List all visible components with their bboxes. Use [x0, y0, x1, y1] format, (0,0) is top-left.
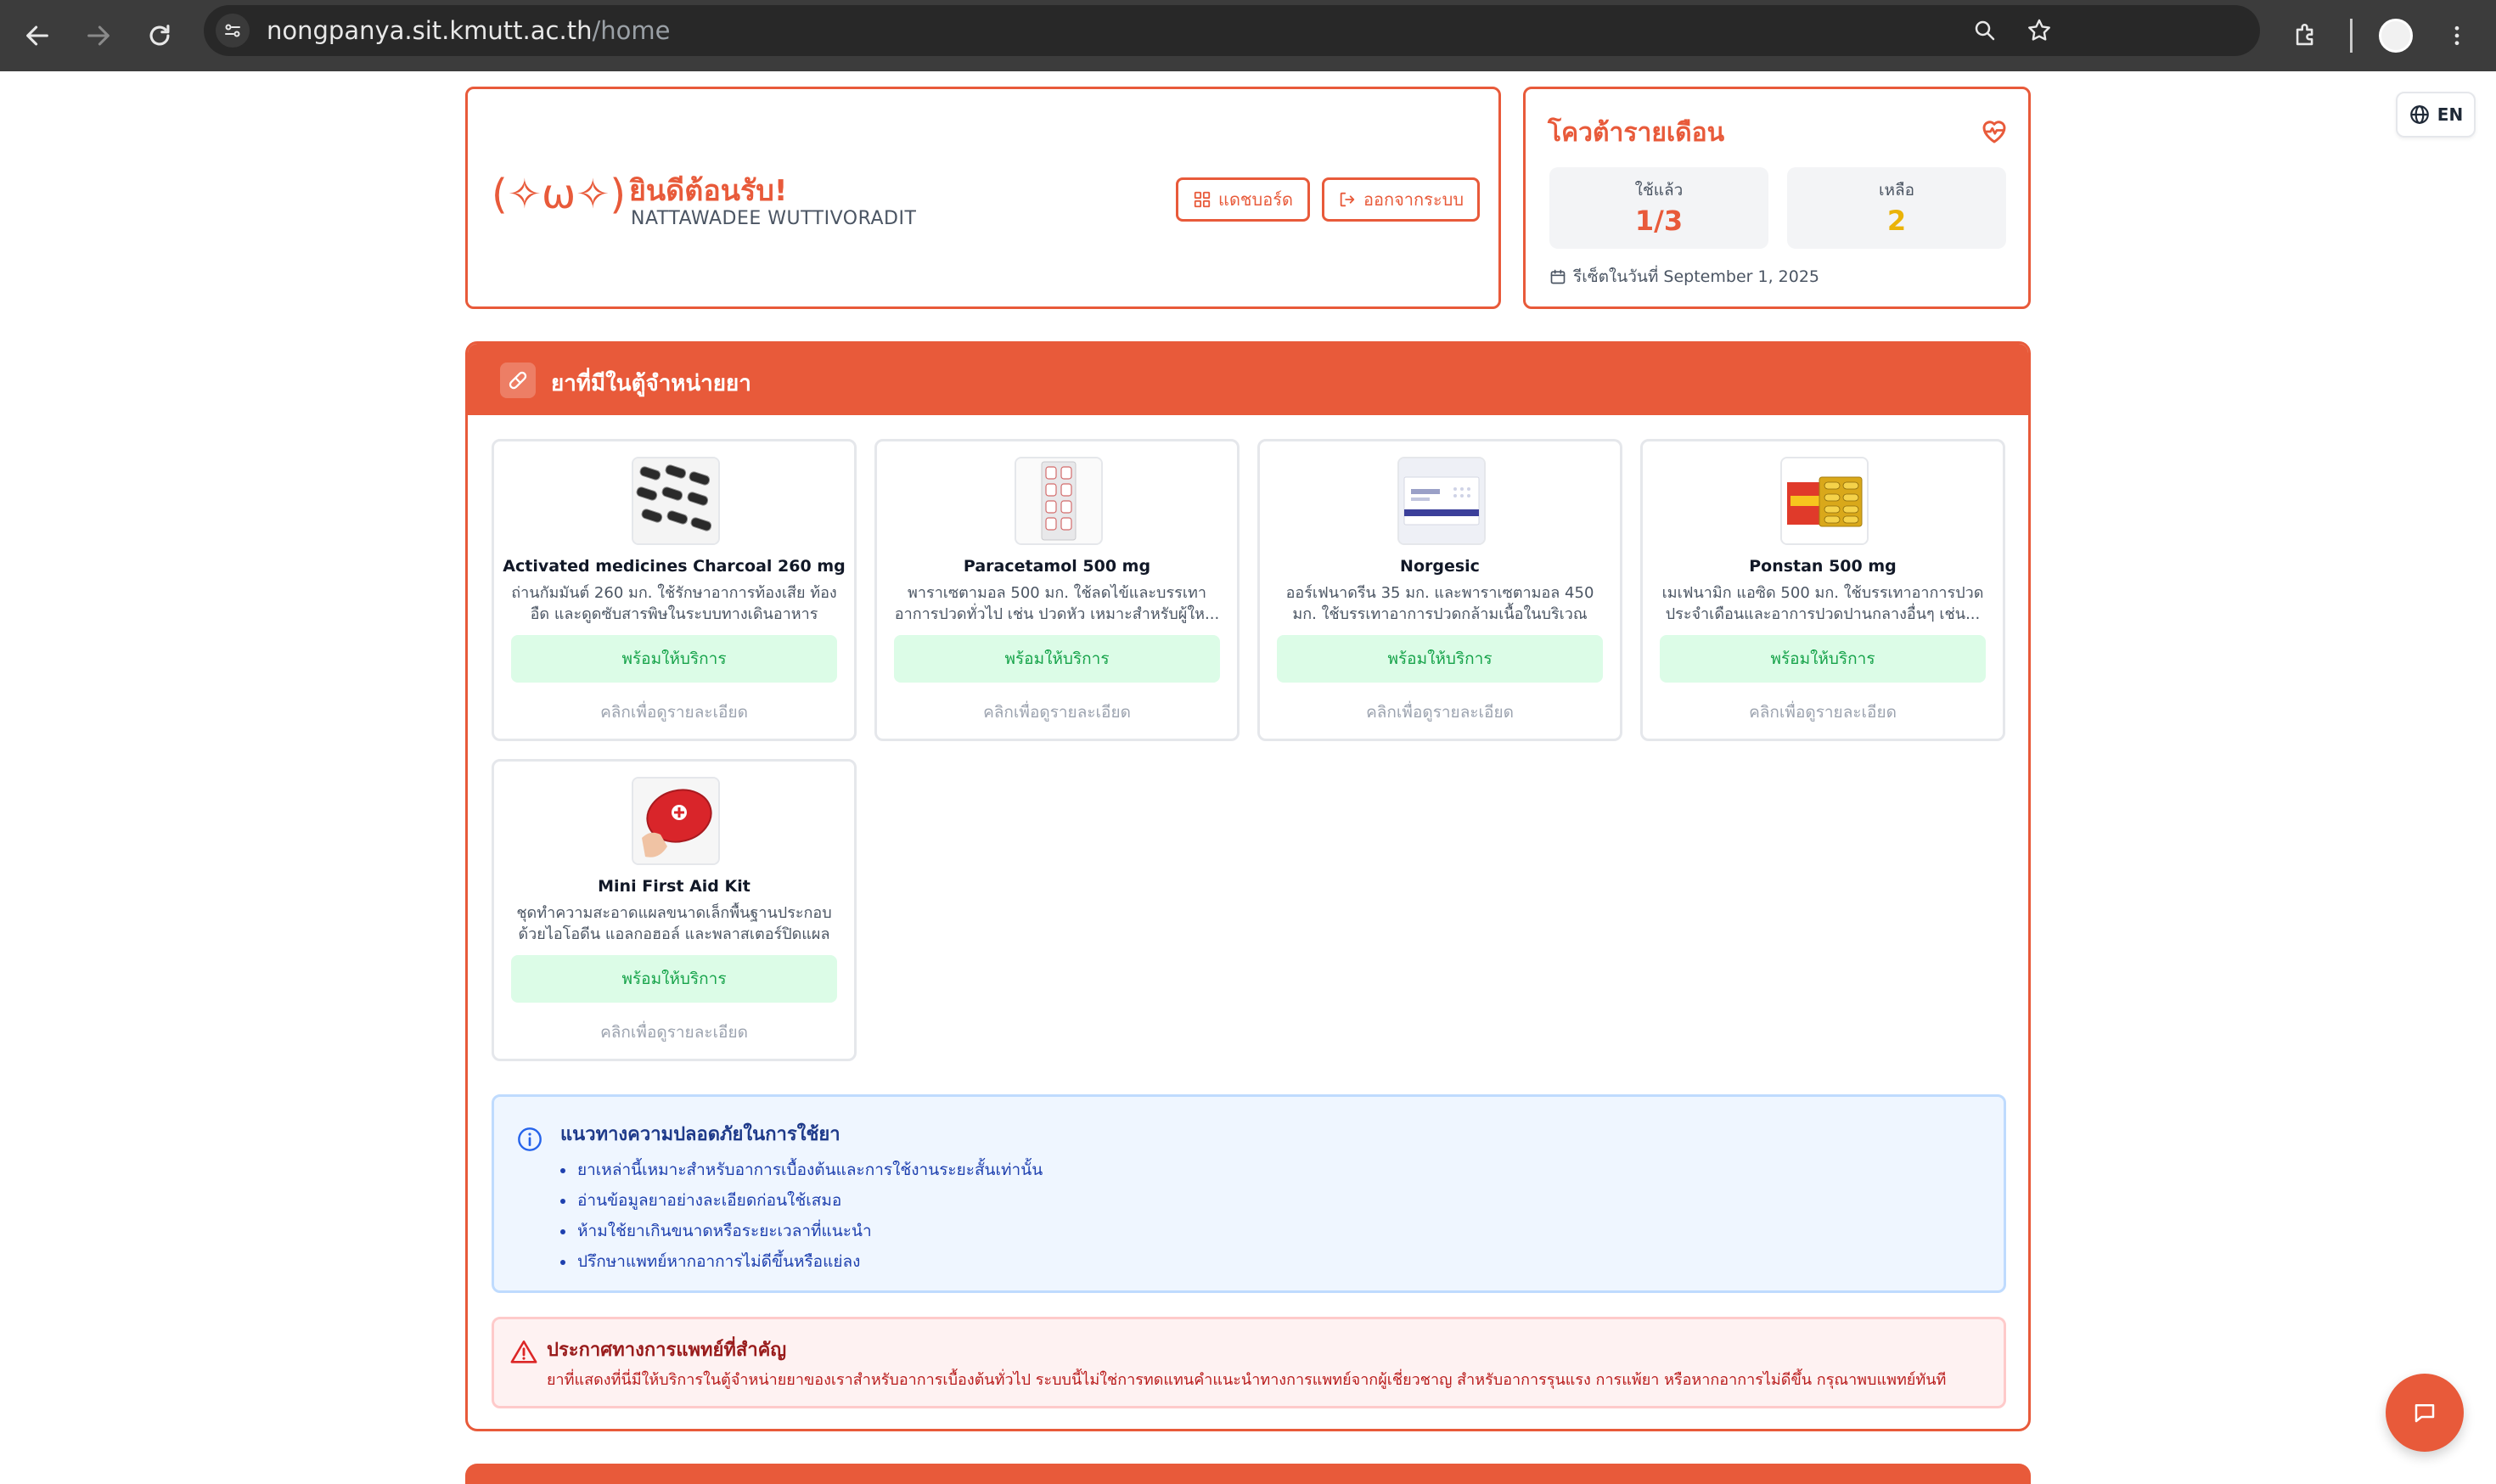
next-section-header: [465, 1464, 2031, 1484]
availability-badge: พร้อมให้บริการ: [511, 955, 837, 1003]
chat-icon: [2414, 1404, 2435, 1423]
medicine-description: ออร์เฟนาดรีน 35 มก. และพาราเซตามอล 450 ม…: [1285, 584, 1594, 623]
address-bar[interactable]: nongpanya.sit.kmutt.ac.th/home: [204, 5, 2260, 56]
star-icon: [2028, 19, 2050, 41]
welcome-card: (✧ω✧) ยินดีต้อนรับ! NATTAWADEE WUTTIVORA…: [465, 87, 1501, 309]
medicine-card[interactable]: Mini First Aid Kit ชุดทำความสะอาดแผลขนาด…: [492, 759, 857, 1061]
availability-badge: พร้อมให้บริการ: [894, 635, 1220, 683]
notice-text: ยาที่แสดงที่นี่มีให้บริการในตู้จำหน่ายยา…: [547, 1371, 1947, 1389]
availability-badge: พร้อมให้บริการ: [511, 635, 837, 683]
availability-badge: พร้อมให้บริการ: [1660, 635, 1986, 683]
medicine-panel-title: ยาที่มีในตู้จำหน่ายยา: [551, 371, 751, 396]
logout-button[interactable]: ออกจากระบบ: [1322, 177, 1480, 222]
forward-button[interactable]: [75, 12, 122, 59]
kaomoji: (✧ω✧): [492, 171, 627, 218]
list-item: ห้ามใช้ยาเกินขนาดหรือระยะเวลาที่แนะนำ: [559, 1216, 1043, 1246]
heart-pulse-icon: [1982, 121, 2006, 143]
medicine-card[interactable]: Ponstan 500 mg เมเฟนามิก แอซิด 500 มก. ใ…: [1640, 439, 2005, 741]
language-toggle-button[interactable]: EN: [2396, 92, 2476, 138]
details-hint: คลิกเพื่อดูรายละเอียด: [1366, 703, 1514, 722]
quota-used-box: ใช้แล้ว 1/3: [1549, 167, 1768, 249]
quota-card: โควต้ารายเดือน ใช้แล้ว 1/3 เหลือ 2 รีเซ็…: [1523, 87, 2031, 309]
charcoal-tablets-image: [632, 457, 720, 545]
medicine-description: ชุดทำความสะอาดแผลขนาดเล็กพื้นฐานประกอบด้…: [516, 904, 832, 943]
info-icon: [518, 1127, 542, 1151]
arrow-right-icon: [87, 25, 110, 46]
medicine-name: Paracetamol 500 mg: [963, 557, 1151, 576]
details-hint: คลิกเพื่อดูรายละเอียด: [600, 1023, 748, 1042]
safety-guidelines: แนวทางความปลอดภัยในการใช้ยา ยาเหล่านี้เห…: [492, 1094, 2006, 1293]
safety-title: แนวทางความปลอดภัยในการใช้ยา: [560, 1124, 840, 1145]
reload-icon: [149, 25, 170, 46]
user-name: NATTAWADEE WUTTIVORADIT: [631, 208, 917, 229]
quota-reset-info: รีเซ็ตในวันที่ September 1, 2025: [1549, 264, 1819, 289]
url-host: nongpanya.sit.kmutt.ac.th: [267, 16, 593, 45]
ponstan-pack-image: [1780, 457, 1869, 545]
search-icon: [1975, 20, 1995, 41]
reload-button[interactable]: [136, 12, 183, 59]
bookmark-button[interactable]: [2022, 14, 2056, 48]
back-button[interactable]: [14, 12, 61, 59]
availability-badge: พร้อมให้บริการ: [1277, 635, 1603, 683]
medical-notice: ประกาศทางการแพทย์ที่สำคัญ ยาที่แสดงที่นี…: [492, 1317, 2006, 1408]
arrow-left-icon: [26, 25, 48, 46]
more-vertical-icon: [2454, 25, 2459, 46]
zoom-button[interactable]: [1968, 14, 2002, 48]
quota-remaining-value: 2: [1886, 205, 1907, 237]
details-hint: คลิกเพื่อดูรายละเอียด: [1749, 703, 1897, 722]
quota-remaining-label: เหลือ: [1878, 181, 1915, 200]
quota-remaining-box: เหลือ 2: [1787, 167, 2006, 249]
first-aid-kit-image: [632, 777, 720, 865]
safety-list: ยาเหล่านี้เหมาะสำหรับอาการเบื้องต้นและกา…: [559, 1155, 1043, 1277]
site-info-button[interactable]: [216, 14, 250, 48]
quota-title: โควต้ารายเดือน: [1548, 118, 1725, 148]
norgesic-box-image: [1397, 457, 1486, 545]
medicine-card[interactable]: Activated medicines Charcoal 260 mg ถ่าน…: [492, 439, 857, 741]
dashboard-label: แดชบอร์ด: [1218, 189, 1293, 210]
quota-used-label: ใช้แล้ว: [1634, 181, 1684, 200]
url-text: nongpanya.sit.kmutt.ac.th/home: [267, 16, 670, 45]
url-path: /home: [592, 16, 671, 45]
puzzle-icon: [2296, 24, 2313, 46]
notice-title: ประกาศทางการแพทย์ที่สำคัญ: [547, 1340, 787, 1361]
pill-icon-badge: [500, 363, 536, 398]
calendar-icon: [1550, 269, 1566, 284]
medicine-name: Activated medicines Charcoal 260 mg: [503, 557, 846, 576]
avatar: [2379, 19, 2413, 53]
logout-label: ออกจากระบบ: [1363, 189, 1464, 210]
medicine-description: ถ่านกัมมันต์ 260 มก. ใช้รักษาอาการท้องเส…: [511, 584, 837, 623]
medicine-panel: ยาที่มีในตู้จำหน่ายยา Activated medicine…: [465, 341, 2031, 1431]
medicine-description: พาราเซตามอล 500 มก. ใช้ลดไข้และบรรเทาอาก…: [894, 584, 1220, 623]
chat-button[interactable]: [2386, 1374, 2464, 1452]
pill-icon: [509, 371, 527, 390]
quota-used-value: 1/3: [1634, 205, 1684, 237]
browser-toolbar: nongpanya.sit.kmutt.ac.th/home: [0, 0, 2496, 71]
language-label: EN: [2437, 104, 2464, 125]
paracetamol-strip-image: [1015, 457, 1103, 545]
grid-icon: [1194, 191, 1211, 208]
quota-reset-text: รีเซ็ตในวันที่ September 1, 2025: [1573, 267, 1820, 286]
browser-menu-button[interactable]: [2433, 12, 2481, 59]
medicine-name: Norgesic: [1400, 557, 1480, 576]
dashboard-button[interactable]: แดชบอร์ด: [1176, 177, 1310, 222]
medicine-name: Mini First Aid Kit: [598, 877, 750, 896]
profile-button[interactable]: [2372, 12, 2420, 59]
list-item: ยาเหล่านี้เหมาะสำหรับอาการเบื้องต้นและกา…: [559, 1155, 1043, 1185]
medicine-panel-header: ยาที่มีในตู้จำหน่ายยา: [468, 344, 2028, 415]
globe-icon: [2409, 105, 2429, 124]
details-hint: คลิกเพื่อดูรายละเอียด: [983, 703, 1131, 722]
medicine-description: เมเฟนามิก แอซิด 500 มก. ใช้บรรเทาอาการปว…: [1661, 584, 1984, 623]
tune-icon: [225, 24, 240, 37]
medicine-name: Ponstan 500 mg: [1749, 557, 1897, 576]
extensions-button[interactable]: [2282, 12, 2330, 59]
toolbar-divider: [2350, 19, 2353, 53]
details-hint: คลิกเพื่อดูรายละเอียด: [600, 703, 748, 722]
welcome-title: ยินดีต้อนรับ!: [629, 174, 788, 208]
warning-icon: [510, 1340, 537, 1363]
list-item: ปรึกษาแพทย์หากอาการไม่ดีขึ้นหรือแย่ลง: [559, 1246, 1043, 1277]
list-item: อ่านข้อมูลยาอย่างละเอียดก่อนใช้เสมอ: [559, 1185, 1043, 1216]
medicine-card[interactable]: Paracetamol 500 mg พาราเซตามอล 500 มก. ใ…: [874, 439, 1240, 741]
logout-icon: [1340, 192, 1355, 207]
medicine-card[interactable]: Norgesic ออร์เฟนาดรีน 35 มก. และพาราเซตา…: [1257, 439, 1622, 741]
